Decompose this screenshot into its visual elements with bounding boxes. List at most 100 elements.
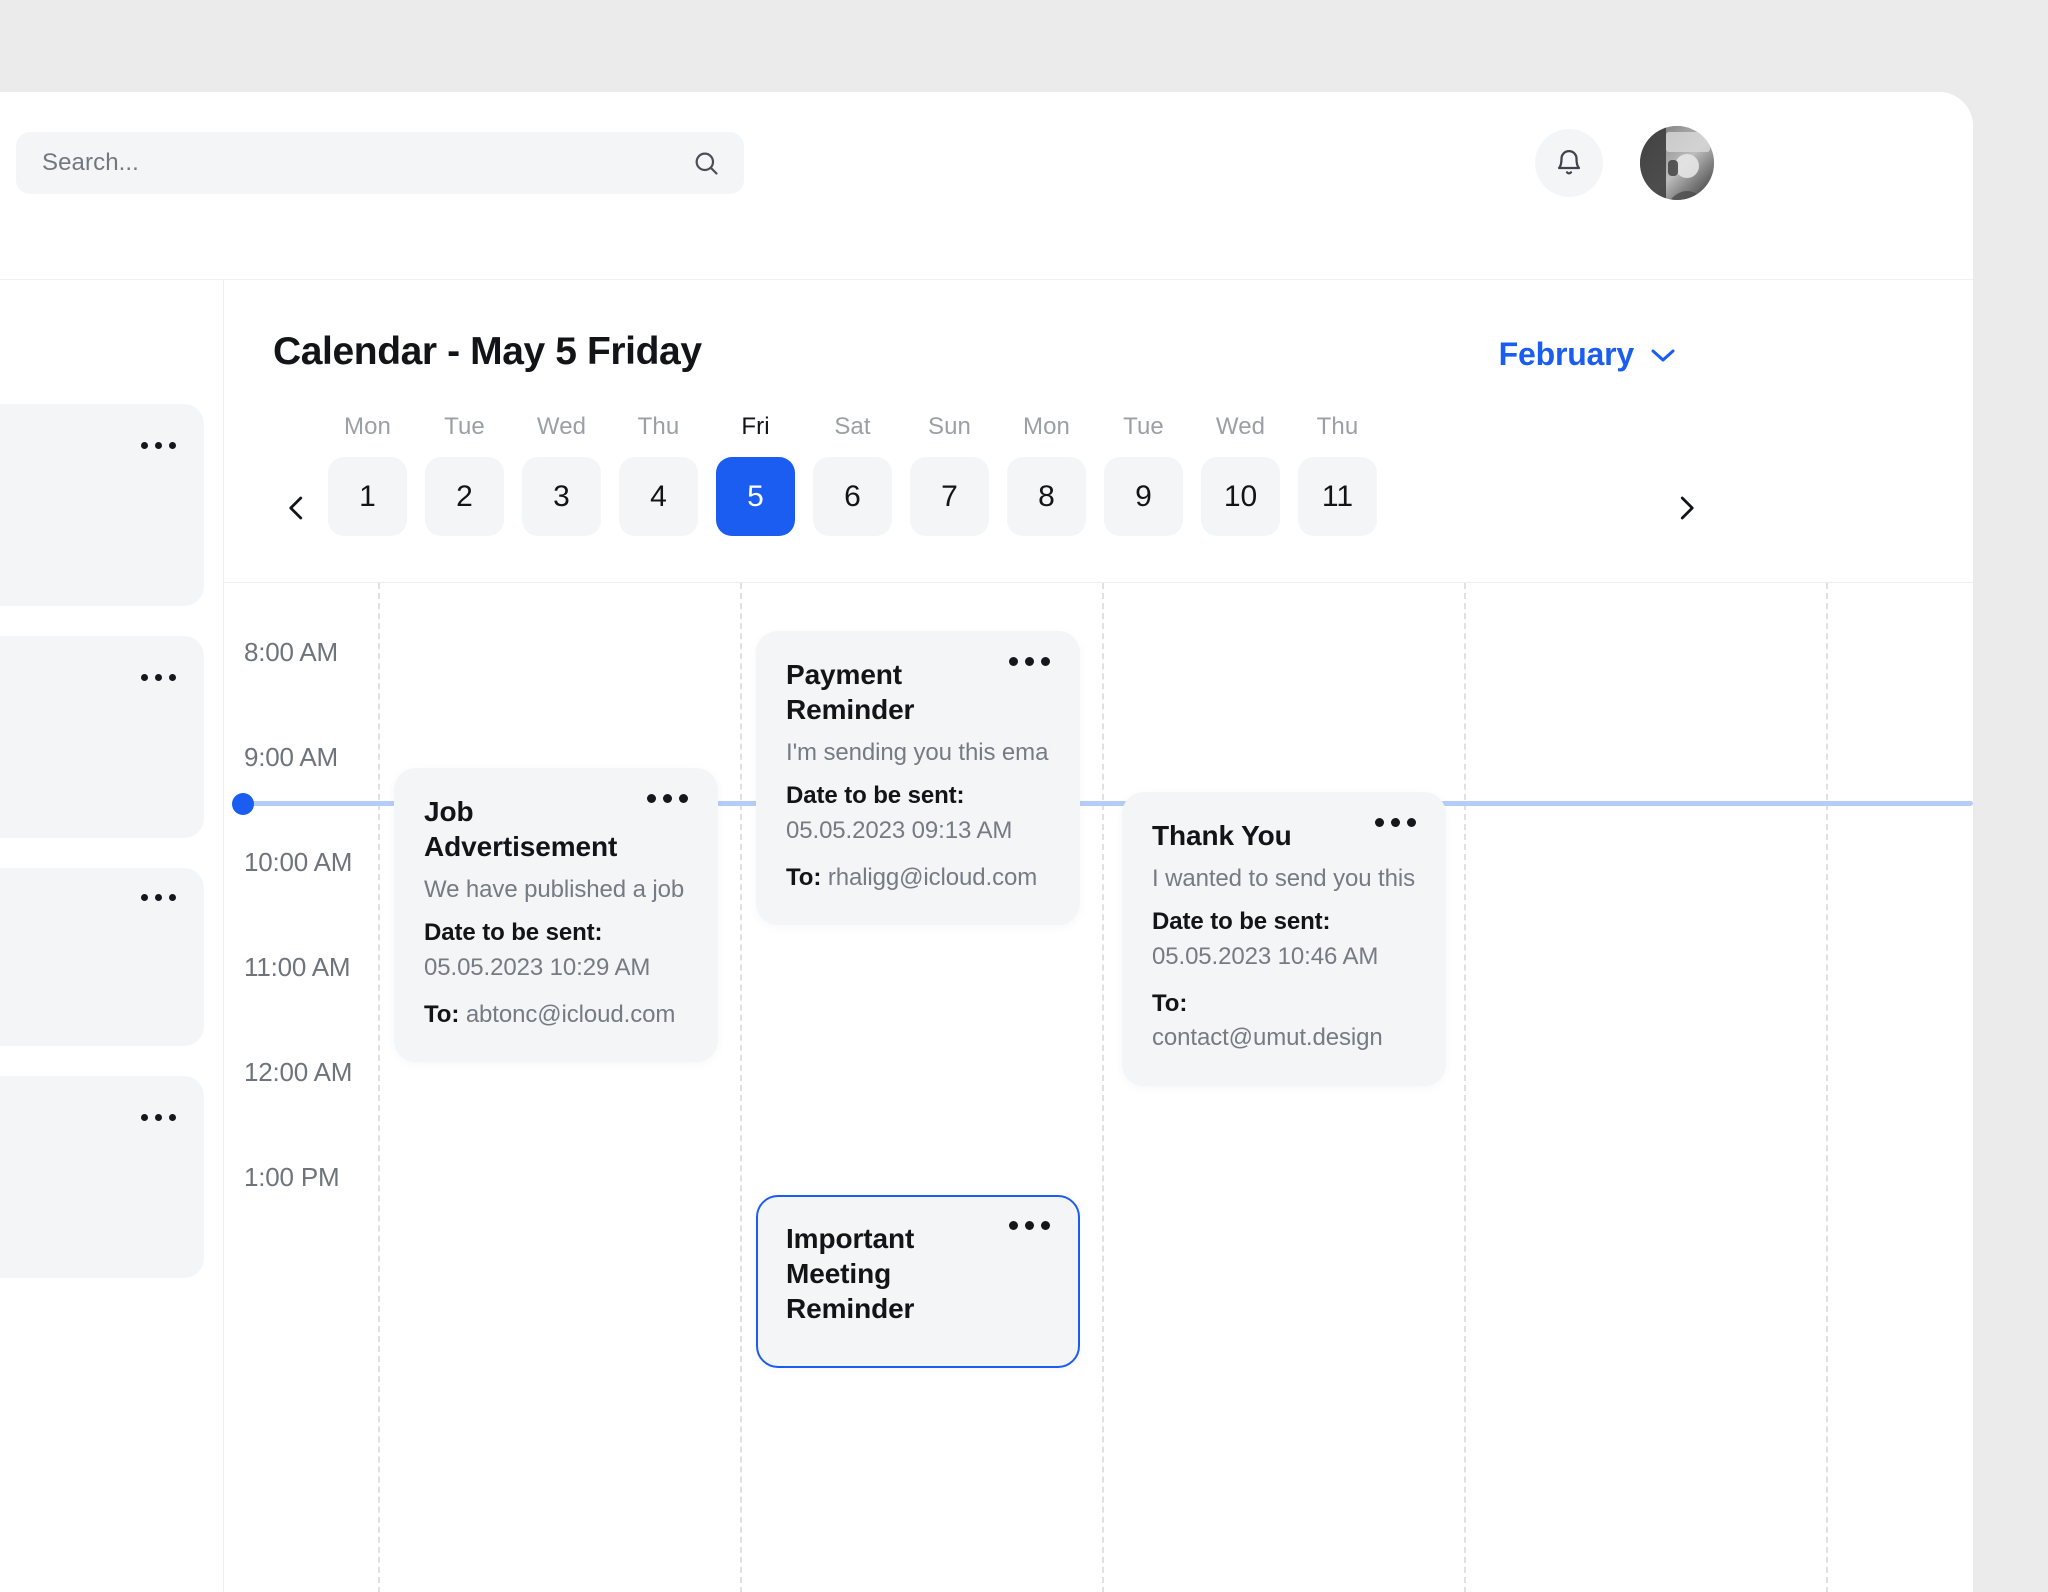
time-label: 1:00 PM <box>244 1162 340 1192</box>
event-date: Date to be sent: 05.05.2023 09:13 AM <box>786 779 1050 849</box>
event-title: Important Meeting Reminder <box>786 1223 915 1324</box>
top-bar <box>0 92 1973 280</box>
event-preview: I'm sending you this email to p... <box>786 739 1050 766</box>
day-item-10[interactable]: Wed 10 <box>1201 393 1280 536</box>
more-horizontal-icon[interactable] <box>1009 1221 1050 1230</box>
day-list: Mon 1 Tue 2 Wed 3 Thu 4 Fri 5 Sat 6 Sun … <box>328 393 1377 536</box>
event-date-label: Date to be sent: <box>424 919 603 946</box>
list-item[interactable]: Reminder nt to remind you... 5.2023 02:5… <box>0 1076 204 1278</box>
day-item-8[interactable]: Mon 8 <box>1007 393 1086 536</box>
event-title: Payment Reminder <box>786 659 915 725</box>
notifications-button[interactable] <box>1535 129 1603 197</box>
event-date: Date to be sent: 05.05.2023 10:29 AM <box>424 916 688 986</box>
event-card-thank-you[interactable]: Thank You I wanted to send you this shor… <box>1122 792 1446 1087</box>
date-strip: Mon 1 Tue 2 Wed 3 Thu 4 Fri 5 Sat 6 Sun … <box>224 393 1973 583</box>
calendar-header: Calendar - May 5 Friday February <box>224 280 1973 393</box>
more-horizontal-icon[interactable] <box>647 794 688 803</box>
time-label: 10:00 AM <box>244 847 353 877</box>
more-horizontal-icon[interactable] <box>141 894 176 901</box>
grid-column-line <box>740 583 742 1592</box>
list-item-preview: nt to remind you... <box>0 1145 176 1172</box>
list-item-date: 5.2023 10:29 AM <box>0 744 176 771</box>
list-item-recipient: m <box>0 783 176 810</box>
event-preview: We have published a job adver... <box>424 876 688 903</box>
event-header: Thank You <box>1152 818 1416 853</box>
day-name: Mon <box>344 413 391 440</box>
day-item-1[interactable]: Mon 1 <box>328 393 407 536</box>
list-item-preview: mail to provide... <box>0 473 176 500</box>
search-input[interactable] <box>42 149 692 177</box>
event-card-important-meeting-reminder[interactable]: Important Meeting Reminder <box>756 1195 1080 1368</box>
event-date-label: Date to be sent: <box>1152 908 1331 935</box>
day-name: Thu <box>637 413 680 440</box>
day-item-4[interactable]: Thu 4 <box>619 393 698 536</box>
event-to-label: To: <box>424 1000 460 1028</box>
event-header: Payment Reminder <box>786 657 1050 727</box>
event-card-job-advertisement[interactable]: Job Advertisement We have published a jo… <box>394 768 718 1063</box>
list-item[interactable]: this short email... 5.2023 10:46 AM sign <box>0 868 204 1046</box>
day-item-9[interactable]: Tue 9 <box>1104 393 1183 536</box>
prev-week-button[interactable] <box>280 485 314 531</box>
time-label: 8:00 AM <box>244 637 338 667</box>
month-label: February <box>1498 336 1635 372</box>
day-number: 1 <box>328 457 407 536</box>
event-title: Thank You <box>1152 820 1292 851</box>
list-item-date: 5.2023 02:53 PM <box>0 1184 176 1211</box>
event-date-label: Date to be sent: <box>786 782 965 809</box>
day-item-3[interactable]: Wed 3 <box>522 393 601 536</box>
search-box[interactable] <box>16 132 744 194</box>
more-horizontal-icon[interactable] <box>1009 657 1050 666</box>
event-card-payment-reminder[interactable]: Payment Reminder I'm sending you this em… <box>756 631 1080 926</box>
list-item-recipient: sign <box>0 991 176 1018</box>
list-item-header: r <box>0 430 176 461</box>
search-icon[interactable] <box>692 149 720 177</box>
event-to-value: contact@umut.design <box>1152 1024 1383 1052</box>
event-date-value: 05.05.2023 10:46 AM <box>1152 942 1379 970</box>
event-date: Date to be sent: 05.05.2023 10:46 AM <box>1152 905 1416 975</box>
day-number: 5 <box>716 457 795 536</box>
day-item-5-selected[interactable]: Fri 5 <box>716 393 795 536</box>
day-number: 9 <box>1104 457 1183 536</box>
bell-icon <box>1554 148 1584 178</box>
time-label: 9:00 AM <box>244 742 338 772</box>
chevron-down-icon <box>1650 347 1676 363</box>
day-name: Wed <box>1215 413 1266 440</box>
event-preview: I wanted to send you this shor... <box>1152 865 1416 892</box>
event-recipient: To: abtonc@icloud.com <box>424 998 688 1033</box>
calendar-grid: 8:00 AM 9:00 AM 10:00 AM 11:00 AM 12:00 … <box>224 583 1973 1592</box>
more-horizontal-icon[interactable] <box>141 442 176 449</box>
day-name: Sun <box>927 413 971 440</box>
list-item-date: 5.2023 09:13 AM <box>0 512 176 539</box>
day-name: Fri <box>741 413 770 440</box>
list-item[interactable]: r mail to provide... 5.2023 09:13 AM m <box>0 404 204 606</box>
time-label: 12:00 AM <box>244 1057 353 1087</box>
day-name: Wed <box>536 413 587 440</box>
more-horizontal-icon[interactable] <box>141 1114 176 1121</box>
month-selector[interactable]: February <box>1499 336 1676 373</box>
day-item-2[interactable]: Tue 2 <box>425 393 504 536</box>
list-item[interactable]: t ob advertiseme... 5.2023 10:29 AM m <box>0 636 204 838</box>
day-number: 11 <box>1298 457 1377 536</box>
day-item-7[interactable]: Sun 7 <box>910 393 989 536</box>
grid-column-line <box>1464 583 1466 1592</box>
list-item-recipient: m <box>0 1223 176 1250</box>
day-number: 8 <box>1007 457 1086 536</box>
grid-column-line <box>1826 583 1828 1592</box>
calendar-panel: Calendar - May 5 Friday February Mon 1 T… <box>224 280 1973 1592</box>
next-week-button[interactable] <box>1669 485 1703 531</box>
day-item-11[interactable]: Thu 11 <box>1298 393 1377 536</box>
avatar[interactable] <box>1640 126 1714 200</box>
day-name: Sat <box>834 413 871 440</box>
day-name: Tue <box>1123 413 1164 440</box>
current-time-dot <box>232 793 254 815</box>
event-date-value: 05.05.2023 09:13 AM <box>786 816 1013 844</box>
day-name: Thu <box>1316 413 1359 440</box>
more-horizontal-icon[interactable] <box>1375 818 1416 827</box>
day-item-6[interactable]: Sat 6 <box>813 393 892 536</box>
page-title: Calendar - May 5 Friday <box>273 330 702 373</box>
event-to-value: rhaligg@icloud.com <box>827 863 1038 891</box>
list-item-header: t <box>0 662 176 693</box>
sidebar-title: nt today <box>0 336 193 374</box>
more-horizontal-icon[interactable] <box>141 674 176 681</box>
app-window: nt today r mail to provide... 5.2023 09:… <box>0 92 1973 1592</box>
